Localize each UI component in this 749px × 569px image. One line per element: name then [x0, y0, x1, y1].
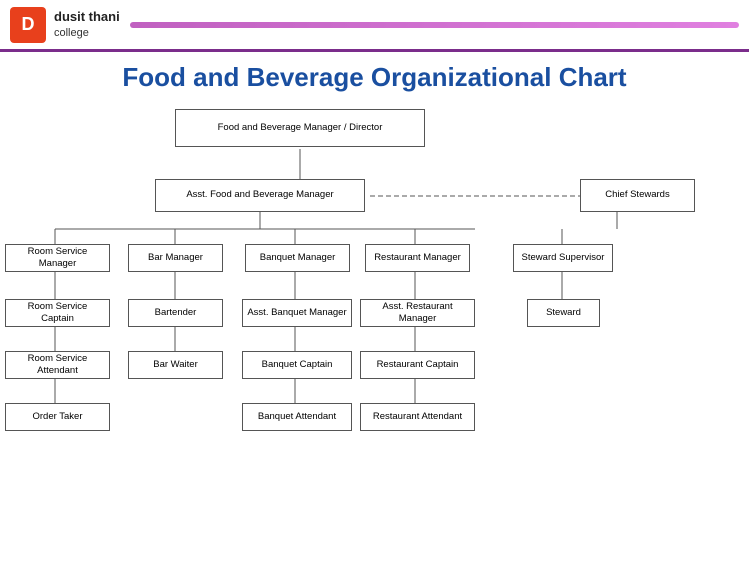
room-service-captain-label: Room Service Captain [10, 301, 105, 326]
room-service-manager-node: Room Service Manager [5, 244, 110, 272]
bartender-label: Bartender [155, 307, 197, 319]
header-accent [130, 22, 739, 28]
bar-waiter-label: Bar Waiter [153, 359, 198, 371]
org-chart: Food and Beverage Manager / Director Ass… [0, 99, 749, 569]
banquet-attendant-label: Banquet Attendant [258, 411, 336, 423]
bartender-node: Bartender [128, 299, 223, 327]
asst-restaurant-manager-label: Asst. Restaurant Manager [365, 301, 470, 326]
steward-label: Steward [546, 307, 581, 319]
fnb-director-label: Food and Beverage Manager / Director [218, 122, 383, 134]
logo-box: D [10, 7, 46, 43]
asst-fnb-manager-label: Asst. Food and Beverage Manager [186, 189, 333, 201]
restaurant-manager-label: Restaurant Manager [374, 252, 461, 264]
title-section: Food and Beverage Organizational Chart [0, 52, 749, 99]
banquet-manager-label: Banquet Manager [260, 252, 336, 264]
steward-supervisor-node: Steward Supervisor [513, 244, 613, 272]
logo-line1: dusit thani [54, 9, 120, 24]
order-taker-node: Order Taker [5, 403, 110, 431]
banquet-captain-label: Banquet Captain [262, 359, 333, 371]
bar-manager-label: Bar Manager [148, 252, 203, 264]
restaurant-manager-node: Restaurant Manager [365, 244, 470, 272]
steward-node: Steward [527, 299, 600, 327]
order-taker-label: Order Taker [33, 411, 83, 423]
connectors [0, 99, 749, 569]
chief-stewards-node: Chief Stewards [580, 179, 695, 212]
room-service-captain-node: Room Service Captain [5, 299, 110, 327]
bar-waiter-node: Bar Waiter [128, 351, 223, 379]
logo-text: dusit thani college [54, 9, 120, 40]
header: D dusit thani college [0, 0, 749, 52]
restaurant-attendant-node: Restaurant Attendant [360, 403, 475, 431]
restaurant-captain-node: Restaurant Captain [360, 351, 475, 379]
room-service-attendant-label: Room Service Attendant [10, 353, 105, 378]
logo-letter: D [22, 14, 35, 35]
asst-banquet-manager-node: Asst. Banquet Manager [242, 299, 352, 327]
banquet-manager-node: Banquet Manager [245, 244, 350, 272]
chief-stewards-label: Chief Stewards [605, 189, 669, 201]
logo-line2: college [54, 27, 89, 39]
steward-supervisor-label: Steward Supervisor [522, 252, 605, 264]
page-title: Food and Beverage Organizational Chart [0, 62, 749, 93]
banquet-attendant-node: Banquet Attendant [242, 403, 352, 431]
restaurant-attendant-label: Restaurant Attendant [373, 411, 462, 423]
asst-fnb-manager-node: Asst. Food and Beverage Manager [155, 179, 365, 212]
bar-manager-node: Bar Manager [128, 244, 223, 272]
asst-restaurant-manager-node: Asst. Restaurant Manager [360, 299, 475, 327]
restaurant-captain-label: Restaurant Captain [377, 359, 459, 371]
asst-banquet-manager-label: Asst. Banquet Manager [247, 307, 346, 319]
banquet-captain-node: Banquet Captain [242, 351, 352, 379]
room-service-manager-label: Room Service Manager [10, 246, 105, 271]
room-service-attendant-node: Room Service Attendant [5, 351, 110, 379]
fnb-director-node: Food and Beverage Manager / Director [175, 109, 425, 147]
